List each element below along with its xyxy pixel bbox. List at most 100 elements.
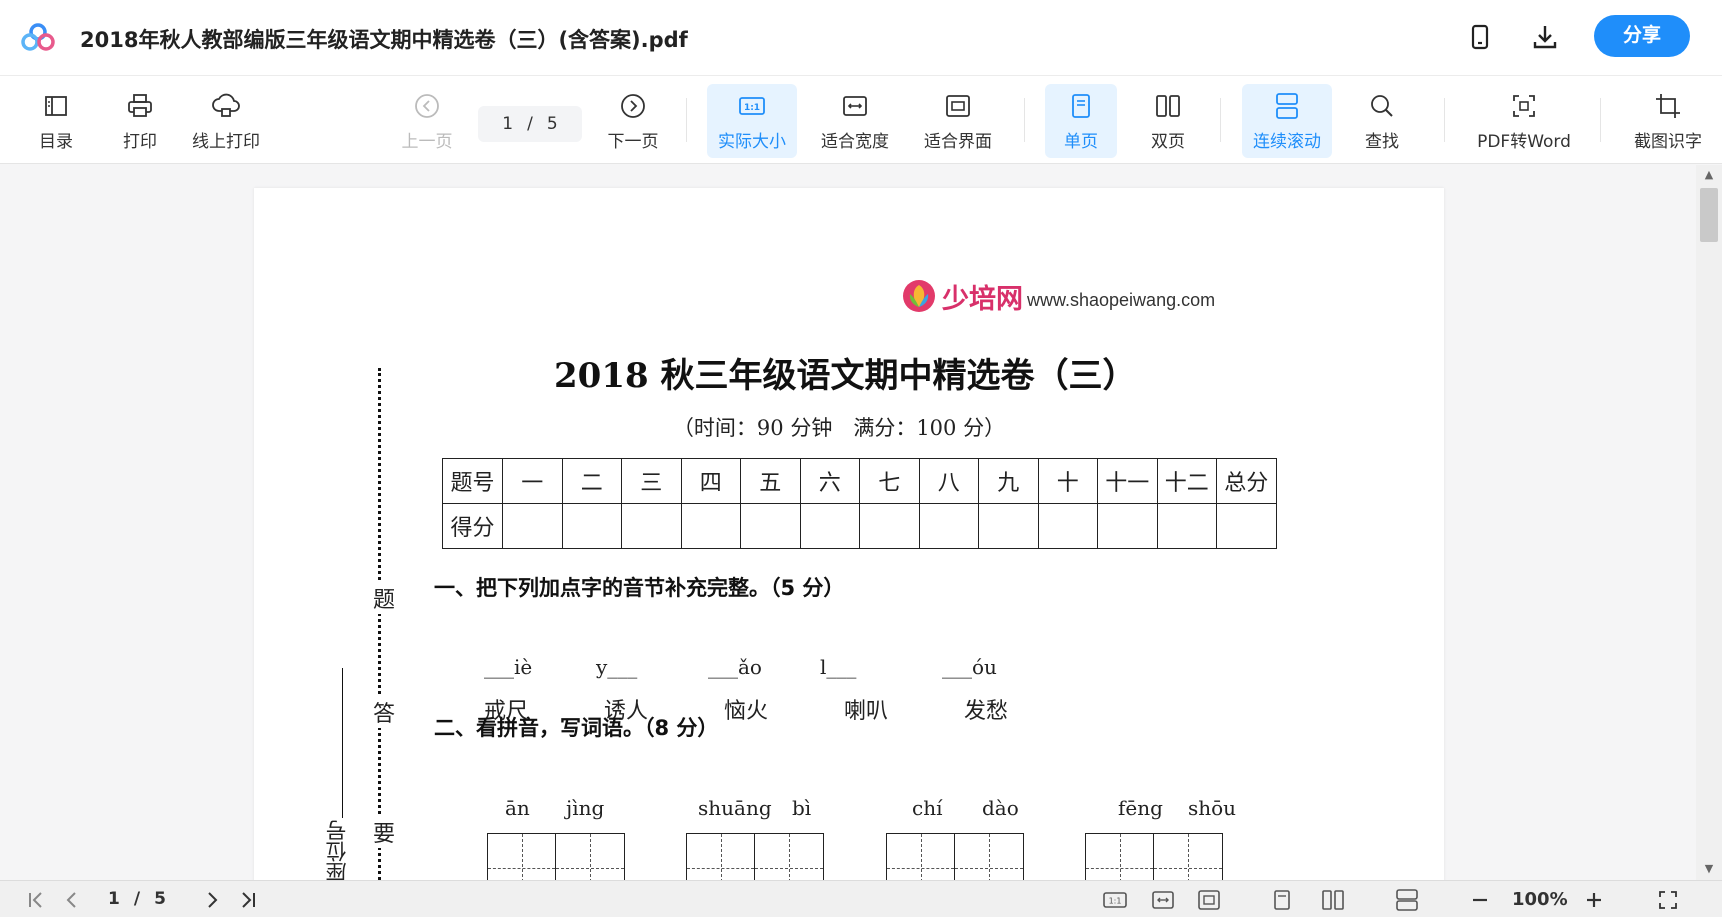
- continuous-scroll-icon[interactable]: [1394, 888, 1420, 912]
- actual-size-icon: 1:1: [739, 96, 765, 115]
- fit-width-icon: [843, 95, 867, 116]
- chevron-left-circle-icon: [415, 93, 439, 118]
- zoom-in-icon[interactable]: [1582, 888, 1606, 912]
- double-page-icon[interactable]: [1320, 888, 1346, 912]
- screenshot-ocr-button[interactable]: 截图识字: [1626, 84, 1710, 158]
- toolbar-divider: [1220, 98, 1221, 142]
- writing-grid: [1085, 833, 1223, 880]
- table-cell: [740, 503, 801, 549]
- download-icon[interactable]: [1530, 22, 1560, 52]
- toolbar: 目录 打印 线上打印 上一页 1 / 5 下一页 1:1 实际大小 适合宽度 适…: [0, 76, 1722, 164]
- prev-page-button[interactable]: 上一页: [396, 84, 458, 158]
- double-page-button[interactable]: 双页: [1132, 84, 1204, 158]
- online-print-button[interactable]: 线上打印: [186, 84, 266, 158]
- fit-width-button[interactable]: 适合宽度: [812, 84, 898, 158]
- pinyin-syllable: dào: [982, 796, 1019, 820]
- print-label: 打印: [123, 131, 157, 152]
- next-page-icon[interactable]: [200, 888, 224, 912]
- table-cell: 九: [978, 458, 1039, 504]
- double-page-icon: [1156, 94, 1180, 117]
- pinyin-blank: ___ǎo: [708, 655, 762, 679]
- document-viewer[interactable]: 少培网 www.shaopeiwang.com 2018 秋三年级语文期中精选卷…: [0, 165, 1722, 880]
- seat-number-line: [342, 668, 343, 818]
- writing-grid: [686, 833, 824, 880]
- search-button[interactable]: 查找: [1350, 84, 1414, 158]
- fit-page-label: 适合界面: [924, 131, 992, 152]
- table-cell: [1156, 503, 1217, 549]
- search-icon: [1371, 94, 1393, 117]
- actual-size-button[interactable]: 1:1 实际大小: [707, 84, 797, 158]
- table-cell: [621, 503, 682, 549]
- svg-text:1:1: 1:1: [1109, 897, 1122, 906]
- first-page-icon[interactable]: [24, 888, 48, 912]
- pdf-page: 少培网 www.shaopeiwang.com 2018 秋三年级语文期中精选卷…: [254, 188, 1444, 880]
- exam-subtitle: （时间：90 分钟 满分：100 分）: [672, 416, 1006, 440]
- table-cell: [1216, 503, 1277, 549]
- table-cell: 五: [740, 458, 801, 504]
- table-cell: [978, 503, 1039, 549]
- continuous-scroll-button[interactable]: 连续滚动: [1242, 84, 1332, 158]
- online-print-label: 线上打印: [192, 131, 260, 152]
- toc-label: 目录: [39, 131, 73, 152]
- table-cell: [918, 503, 979, 549]
- pdf-to-word-label: PDF转Word: [1477, 131, 1571, 152]
- zoom-level: 100%: [1512, 889, 1568, 910]
- binding-char: 要: [370, 816, 398, 848]
- last-page-icon[interactable]: [236, 888, 260, 912]
- brand-name: 少培网: [942, 283, 1023, 315]
- toolbar-divider: [1444, 98, 1445, 142]
- cloud-print-icon: [212, 93, 240, 117]
- prev-page-label: 上一页: [401, 131, 453, 152]
- table-cell: [502, 503, 563, 549]
- current-page: 1: [502, 114, 514, 134]
- chevron-right-circle-icon: [621, 93, 645, 118]
- single-page-icon: [1072, 93, 1090, 118]
- continuous-scroll-icon: [1276, 92, 1298, 119]
- crop-icon: [1656, 93, 1680, 118]
- pinyin-syllable: bì: [792, 796, 812, 820]
- vertical-scrollbar[interactable]: [1696, 165, 1722, 880]
- exam-title: 2018 秋三年级语文期中精选卷（三）: [554, 356, 1137, 396]
- share-button[interactable]: 分享: [1594, 15, 1690, 57]
- single-page-icon[interactable]: [1270, 888, 1294, 912]
- prev-page-icon[interactable]: [60, 888, 84, 912]
- table-cell: 八: [918, 458, 979, 504]
- word-item: 发愁: [964, 699, 1009, 724]
- section-2-heading: 二、看拼音，写词语。（8 分）: [434, 716, 719, 740]
- scroll-down-icon[interactable]: ▼: [1702, 862, 1716, 876]
- word-item: 喇叭: [844, 699, 889, 724]
- print-button[interactable]: 打印: [114, 84, 166, 158]
- scrollbar-thumb[interactable]: [1700, 188, 1718, 242]
- single-page-button[interactable]: 单页: [1045, 84, 1117, 158]
- fit-width-icon[interactable]: [1150, 888, 1176, 912]
- next-page-button[interactable]: 下一页: [602, 84, 664, 158]
- single-page-label: 单页: [1064, 131, 1098, 152]
- zoom-out-icon[interactable]: [1468, 888, 1492, 912]
- pinyin-blank: ___iè: [484, 655, 533, 679]
- toolbar-divider: [686, 98, 687, 142]
- actual-size-icon[interactable]: 1:1: [1102, 888, 1128, 912]
- toc-button[interactable]: 目录: [30, 84, 82, 158]
- table-cell: [1097, 503, 1158, 549]
- search-label: 查找: [1365, 131, 1399, 152]
- page-number-input[interactable]: 1 / 5: [478, 106, 582, 142]
- pinyin-blank: y___: [596, 655, 638, 679]
- table-cell: 十: [1037, 458, 1098, 504]
- fullscreen-icon[interactable]: [1656, 888, 1680, 912]
- pdf-to-word-button[interactable]: PDF转Word: [1470, 84, 1578, 158]
- app-logo-icon: [21, 23, 55, 51]
- table-cell: [799, 503, 860, 549]
- fit-page-icon[interactable]: [1196, 888, 1222, 912]
- brand-logo: 少培网 www.shaopeiwang.com: [902, 276, 1215, 316]
- table-cell: 总分: [1216, 458, 1277, 504]
- fit-page-button[interactable]: 适合界面: [915, 84, 1001, 158]
- binding-dotted-line: [378, 368, 381, 880]
- scroll-up-icon[interactable]: ▲: [1702, 168, 1716, 182]
- table-cell: [1037, 503, 1098, 549]
- toc-icon: [45, 95, 67, 116]
- bottom-page-indicator[interactable]: 1 / 5: [108, 889, 166, 909]
- fit-width-label: 适合宽度: [821, 131, 889, 152]
- binding-char: 答: [370, 696, 398, 728]
- mobile-icon[interactable]: [1465, 22, 1495, 52]
- table-cell: 四: [680, 458, 741, 504]
